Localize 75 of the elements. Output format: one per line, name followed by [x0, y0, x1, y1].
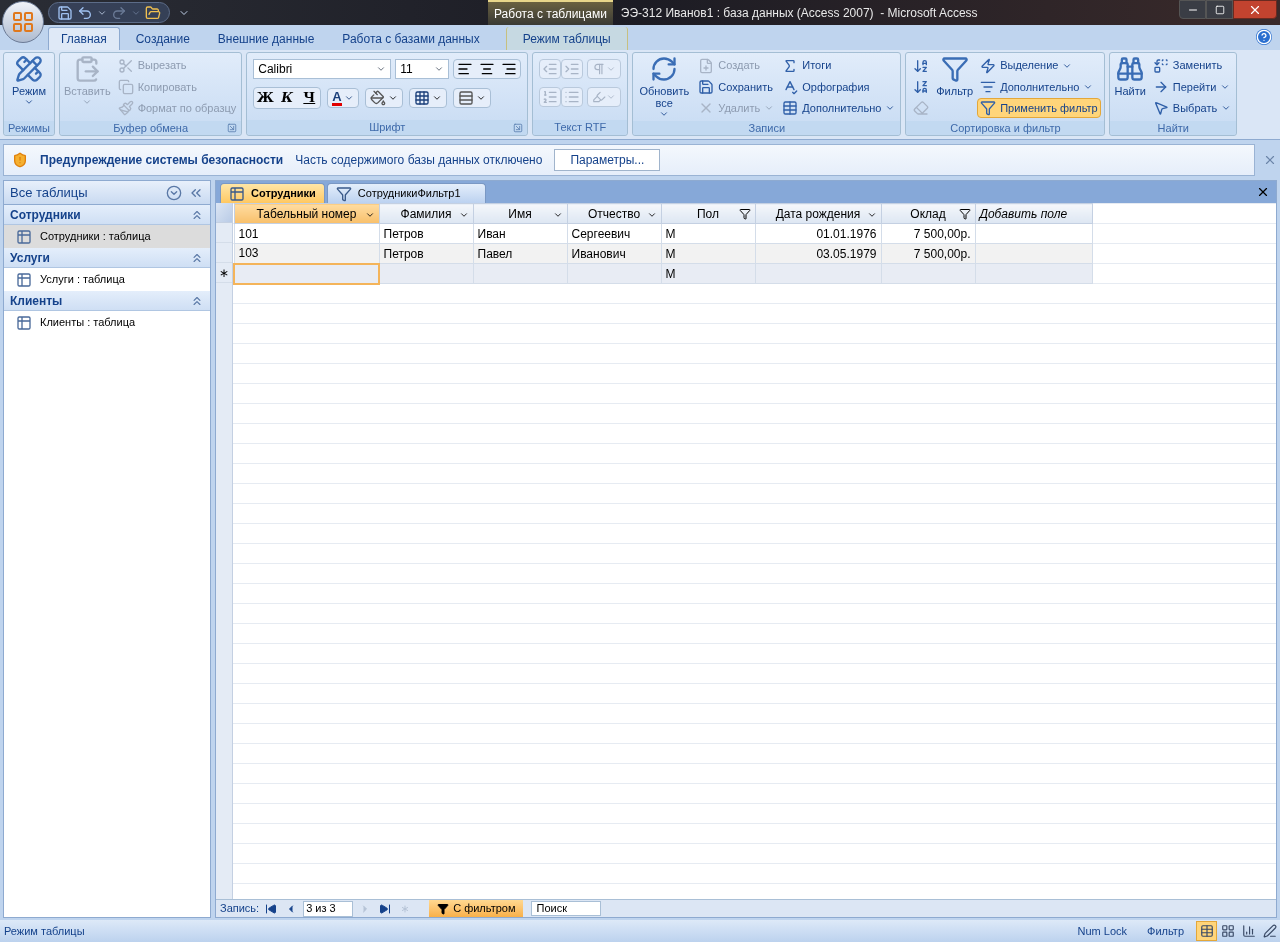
font-size-field[interactable]: 11 — [395, 59, 450, 79]
ribbon-tab[interactable]: Работа с базами данных — [330, 27, 492, 50]
nav-group-header[interactable]: Услуги — [4, 248, 210, 268]
nav-group-header[interactable]: Сотрудники — [4, 205, 210, 225]
table-cell[interactable]: 03.05.1979 — [755, 243, 881, 264]
table-cell[interactable]: Сергеевич — [567, 223, 661, 244]
format-button[interactable]: Ч — [298, 88, 321, 108]
table-cell[interactable]: М — [661, 263, 755, 284]
table-cell[interactable]: 01.01.1976 — [755, 223, 881, 244]
pane-title: Все таблицы — [10, 183, 88, 202]
ribbon-button[interactable]: Перейти — [1149, 77, 1235, 97]
group-label: Режимы — [8, 122, 50, 134]
ribbon-button[interactable]: Сохранить — [695, 77, 778, 97]
document-tab[interactable]: СотрудникиФильтр1 — [326, 183, 486, 203]
column-header[interactable]: Пол — [661, 203, 755, 224]
status-text: Режим таблицы — [4, 923, 85, 939]
table-cell[interactable]: М — [661, 223, 755, 244]
group-label: Буфер обмена — [113, 122, 188, 134]
column-header[interactable]: Оклад — [881, 203, 975, 224]
ribbon-button[interactable]: Итоги — [779, 55, 899, 76]
status-indicator: Фильтр — [1147, 923, 1184, 939]
column-header[interactable]: Дата рождения — [755, 203, 881, 224]
ribbon-button[interactable]: Найти — [1112, 53, 1148, 121]
ribbon-button[interactable]: Фильтр — [934, 53, 976, 121]
table-cell[interactable]: 101 — [234, 223, 379, 244]
row-selector[interactable]: ∗ — [216, 263, 232, 283]
format-button[interactable]: К — [276, 88, 299, 108]
group-label: Текст RTF — [554, 122, 607, 133]
column-header[interactable]: Табельный номер — [234, 203, 379, 224]
column-header[interactable]: Имя — [473, 203, 567, 224]
window-title: ЭЭ-312 Иванов1 : база данных (Access 2007) - Microsoft Access — [620, 4, 978, 22]
font-color-button[interactable]: A — [327, 88, 359, 108]
document-tab[interactable]: Сотрудники — [220, 183, 325, 203]
ribbon-tab[interactable]: Внешние данные — [205, 27, 327, 50]
ribbon-button[interactable]: Применить фильтр — [977, 98, 1101, 119]
table-cell[interactable]: Петров — [379, 243, 473, 264]
ribbon-tab[interactable]: Режим таблицы — [505, 27, 628, 50]
security-message: Часть содержимого базы данных отключено — [295, 152, 543, 169]
column-header[interactable]: Фамилия — [379, 203, 473, 224]
security-title: Предупреждение системы безопасности — [40, 152, 284, 169]
status-indicator: Num Lock — [1077, 923, 1128, 939]
options-button[interactable]: Параметры... — [554, 149, 661, 171]
font-name-field[interactable]: Calibri — [253, 59, 392, 79]
filter-toggle-button[interactable]: С фильтром — [429, 900, 524, 917]
table-cell[interactable]: 7 500,00р. — [881, 243, 975, 264]
column-header[interactable]: Добавить поле — [975, 203, 1092, 224]
table-cell[interactable]: М — [661, 243, 755, 264]
record-label: Запись: — [220, 901, 260, 917]
table-cell[interactable]: 103 — [234, 243, 379, 264]
ribbon-button[interactable]: Выбрать — [1149, 98, 1235, 119]
ribbon-button[interactable]: Выделение — [977, 55, 1101, 76]
group-label: Записи — [748, 122, 786, 134]
record-position-field[interactable]: 3 из 3 — [303, 900, 354, 917]
group-label: Шрифт — [369, 122, 406, 133]
nav-item[interactable]: Сотрудники : таблица — [4, 225, 210, 248]
ribbon-button[interactable]: Обновить все — [635, 53, 694, 121]
table-cell[interactable]: Иван — [473, 223, 567, 244]
group-label: Найти — [1157, 122, 1189, 134]
ribbon-tab[interactable]: Создание — [123, 27, 202, 50]
context-tab-label: Работа с таблицами — [488, 0, 613, 25]
group-label: Сортировка и фильтр — [950, 122, 1061, 134]
table-cell[interactable]: Иванович — [567, 243, 661, 264]
search-field[interactable]: Поиск — [531, 901, 602, 916]
table-cell[interactable]: Петров — [379, 223, 473, 244]
format-button[interactable]: Ж — [254, 88, 277, 108]
ribbon-button[interactable]: Дополнительно — [779, 98, 899, 119]
ribbon-tab[interactable]: Главная — [48, 27, 120, 50]
table-cell[interactable]: 7 500,00р. — [881, 223, 975, 244]
nav-group-header[interactable]: Клиенты — [4, 291, 210, 311]
ribbon-button[interactable]: Орфография — [779, 77, 899, 97]
ribbon-button[interactable]: Заменить — [1149, 55, 1235, 76]
table-cell[interactable]: Павел — [473, 243, 567, 264]
column-header[interactable]: Отчество — [567, 203, 661, 224]
ribbon-button[interactable]: Дополнительно — [977, 77, 1101, 97]
ribbon-button[interactable]: Режим — [10, 53, 48, 121]
